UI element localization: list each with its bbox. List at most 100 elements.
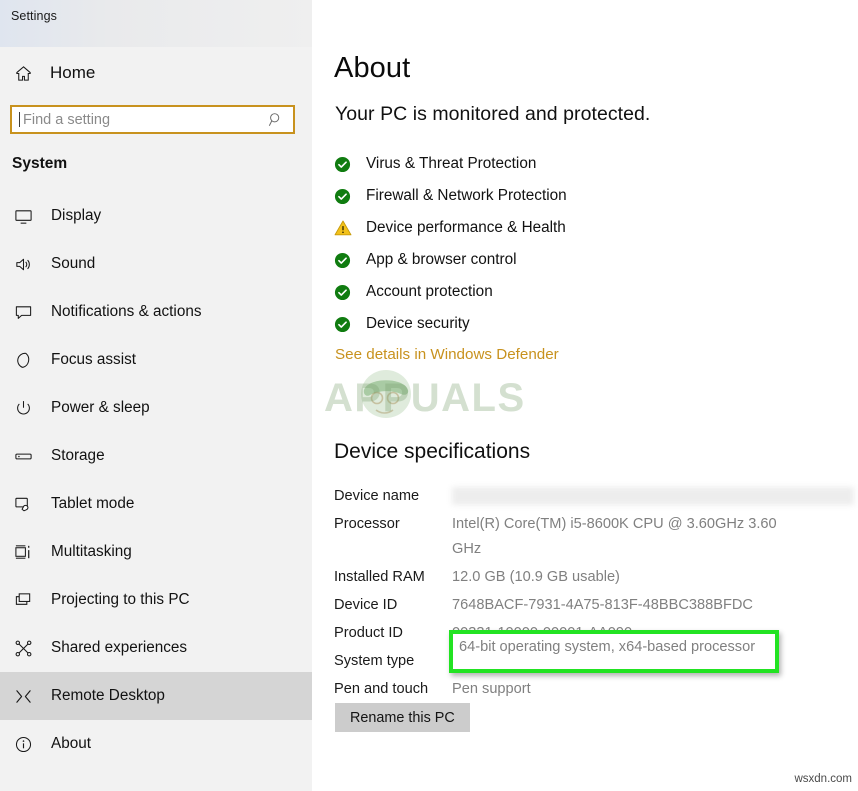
check-circle-icon [334,284,356,301]
window-title: Settings [11,9,57,23]
sidebar-item-home[interactable]: Home [0,55,312,91]
sidebar-item-label: Power & sleep [51,399,150,416]
check-circle-icon [334,252,356,269]
spec-key: Installed RAM [334,569,425,585]
sidebar-item-remote-desktop[interactable]: Remote Desktop [0,672,312,720]
multitask-icon [14,540,40,564]
spec-key: Processor [334,516,400,532]
security-status-row[interactable]: App & browser control [334,244,834,276]
watermark-text: APPUALS [324,376,526,420]
spec-value-installed-ram: 12.0 GB (10.9 GB usable) [452,569,620,585]
security-status-label: Device performance & Health [366,219,566,236]
search-icon[interactable] [268,112,284,128]
window-titlebar: Settings [0,0,312,47]
sidebar-item-focus-assist[interactable]: Focus assist [0,336,312,384]
security-status-row[interactable]: Account protection [334,276,834,308]
home-icon [14,64,40,83]
sidebar-item-power-sleep[interactable]: Power & sleep [0,384,312,432]
site-credit: wsxdn.com [794,773,852,785]
spec-row: System type 64-bit operating system, x64… [334,649,854,674]
spec-value-product-id: 00331-10000-00001-AA090 [452,625,633,641]
spec-key: Product ID [334,625,403,641]
sidebar-item-label: Remote Desktop [51,687,165,704]
spec-row: Product ID 00331-10000-00001-AA090 [334,621,854,646]
appuals-watermark: APPUALS [324,368,554,430]
security-status-row[interactable]: Firewall & Network Protection [334,180,834,212]
sidebar-item-label: Display [51,207,102,224]
sidebar-item-tablet-mode[interactable]: Tablet mode [0,480,312,528]
tablet-touch-icon [14,492,40,516]
sidebar-item-notifications[interactable]: Notifications & actions [0,288,312,336]
spec-row: Processor Intel(R) Core(TM) i5-8600K CPU… [334,512,854,562]
sidebar-item-label: Projecting to this PC [51,591,190,608]
sidebar-item-label: Notifications & actions [51,303,202,320]
share-nodes-icon [14,636,40,660]
spec-row: Device name [334,484,854,509]
settings-window: Settings Home Find a setting System Disp… [0,0,858,791]
device-specifications-title: Device specifications [334,440,531,463]
security-status-row[interactable]: Device performance & Health [334,212,834,244]
sidebar-item-projecting[interactable]: Projecting to this PC [0,576,312,624]
spec-key: System type [334,653,415,669]
security-status-label: Device security [366,315,470,332]
sidebar-item-multitasking[interactable]: Multitasking [0,528,312,576]
text-caret [19,112,20,127]
spec-value-pen-and-touch: Pen support [452,681,531,697]
search-placeholder: Find a setting [23,111,111,128]
rename-this-pc-button[interactable]: Rename this PC [335,703,470,732]
sidebar-item-label: Tablet mode [51,495,135,512]
warning-triangle-icon [334,219,356,237]
security-status-label: Virus & Threat Protection [366,155,537,172]
about-page: About Your PC is monitored and protected… [312,0,858,791]
check-circle-icon [334,316,356,333]
moon-icon [14,348,40,372]
power-icon [14,396,40,420]
drive-icon [14,444,40,468]
sidebar-item-label: About [51,735,91,752]
spec-value-processor: Intel(R) Core(TM) i5-8600K CPU @ 3.60GHz… [452,516,777,557]
settings-sidebar: Settings Home Find a setting System Disp… [0,0,312,791]
watermark-face-icon [361,370,411,418]
search-input[interactable]: Find a setting [10,105,295,134]
check-circle-icon [334,156,356,173]
spec-value-device-name [452,487,854,505]
spec-row: Installed RAM 12.0 GB (10.9 GB usable) [334,565,854,590]
sidebar-item-label: Sound [51,255,96,272]
security-status-label: Account protection [366,283,493,300]
sidebar-item-label: Multitasking [51,543,132,560]
sidebar-home-label: Home [50,63,96,82]
spec-value-system-type: 64-bit operating system, x64-based proce… [452,653,749,669]
callout-icon [14,300,40,324]
spec-key: Device name [334,488,420,504]
security-status-label: App & browser control [366,251,517,268]
remote-desktop-icon [14,684,40,708]
page-title: About [334,52,411,84]
security-status-row[interactable]: Virus & Threat Protection [334,148,834,180]
check-circle-icon [334,188,356,205]
security-status-list: Virus & Threat Protection Firewall & Net… [334,148,834,340]
security-status-row[interactable]: Device security [334,308,834,340]
security-status-label: Firewall & Network Protection [366,187,567,204]
spec-row: Device ID 7648BACF-7931-4A75-813F-48BBC3… [334,593,854,618]
sidebar-group-title: System [12,155,68,172]
sidebar-item-label: Shared experiences [51,639,188,656]
spec-row: Pen and touch Pen support [334,677,854,702]
sidebar-item-label: Focus assist [51,351,137,368]
sidebar-item-about[interactable]: About [0,720,312,768]
info-icon [14,732,40,756]
sidebar-nav-list: Display Sound Notifications & actions Fo… [0,192,312,768]
speaker-icon [14,252,40,276]
project-icon [14,588,40,612]
sidebar-item-shared-experiences[interactable]: Shared experiences [0,624,312,672]
sidebar-item-display[interactable]: Display [0,192,312,240]
windows-defender-link[interactable]: See details in Windows Defender [335,346,559,363]
monitor-icon [14,204,40,228]
spec-key: Device ID [334,597,398,613]
sidebar-item-sound[interactable]: Sound [0,240,312,288]
device-specifications-table: Device name Processor Intel(R) Core(TM) … [334,484,854,705]
spec-value-device-id: 7648BACF-7931-4A75-813F-48BBC388BFDC [452,597,753,613]
protection-subtitle: Your PC is monitored and protected. [335,103,651,125]
sidebar-item-label: Storage [51,447,105,464]
sidebar-item-storage[interactable]: Storage [0,432,312,480]
spec-key: Pen and touch [334,681,429,697]
